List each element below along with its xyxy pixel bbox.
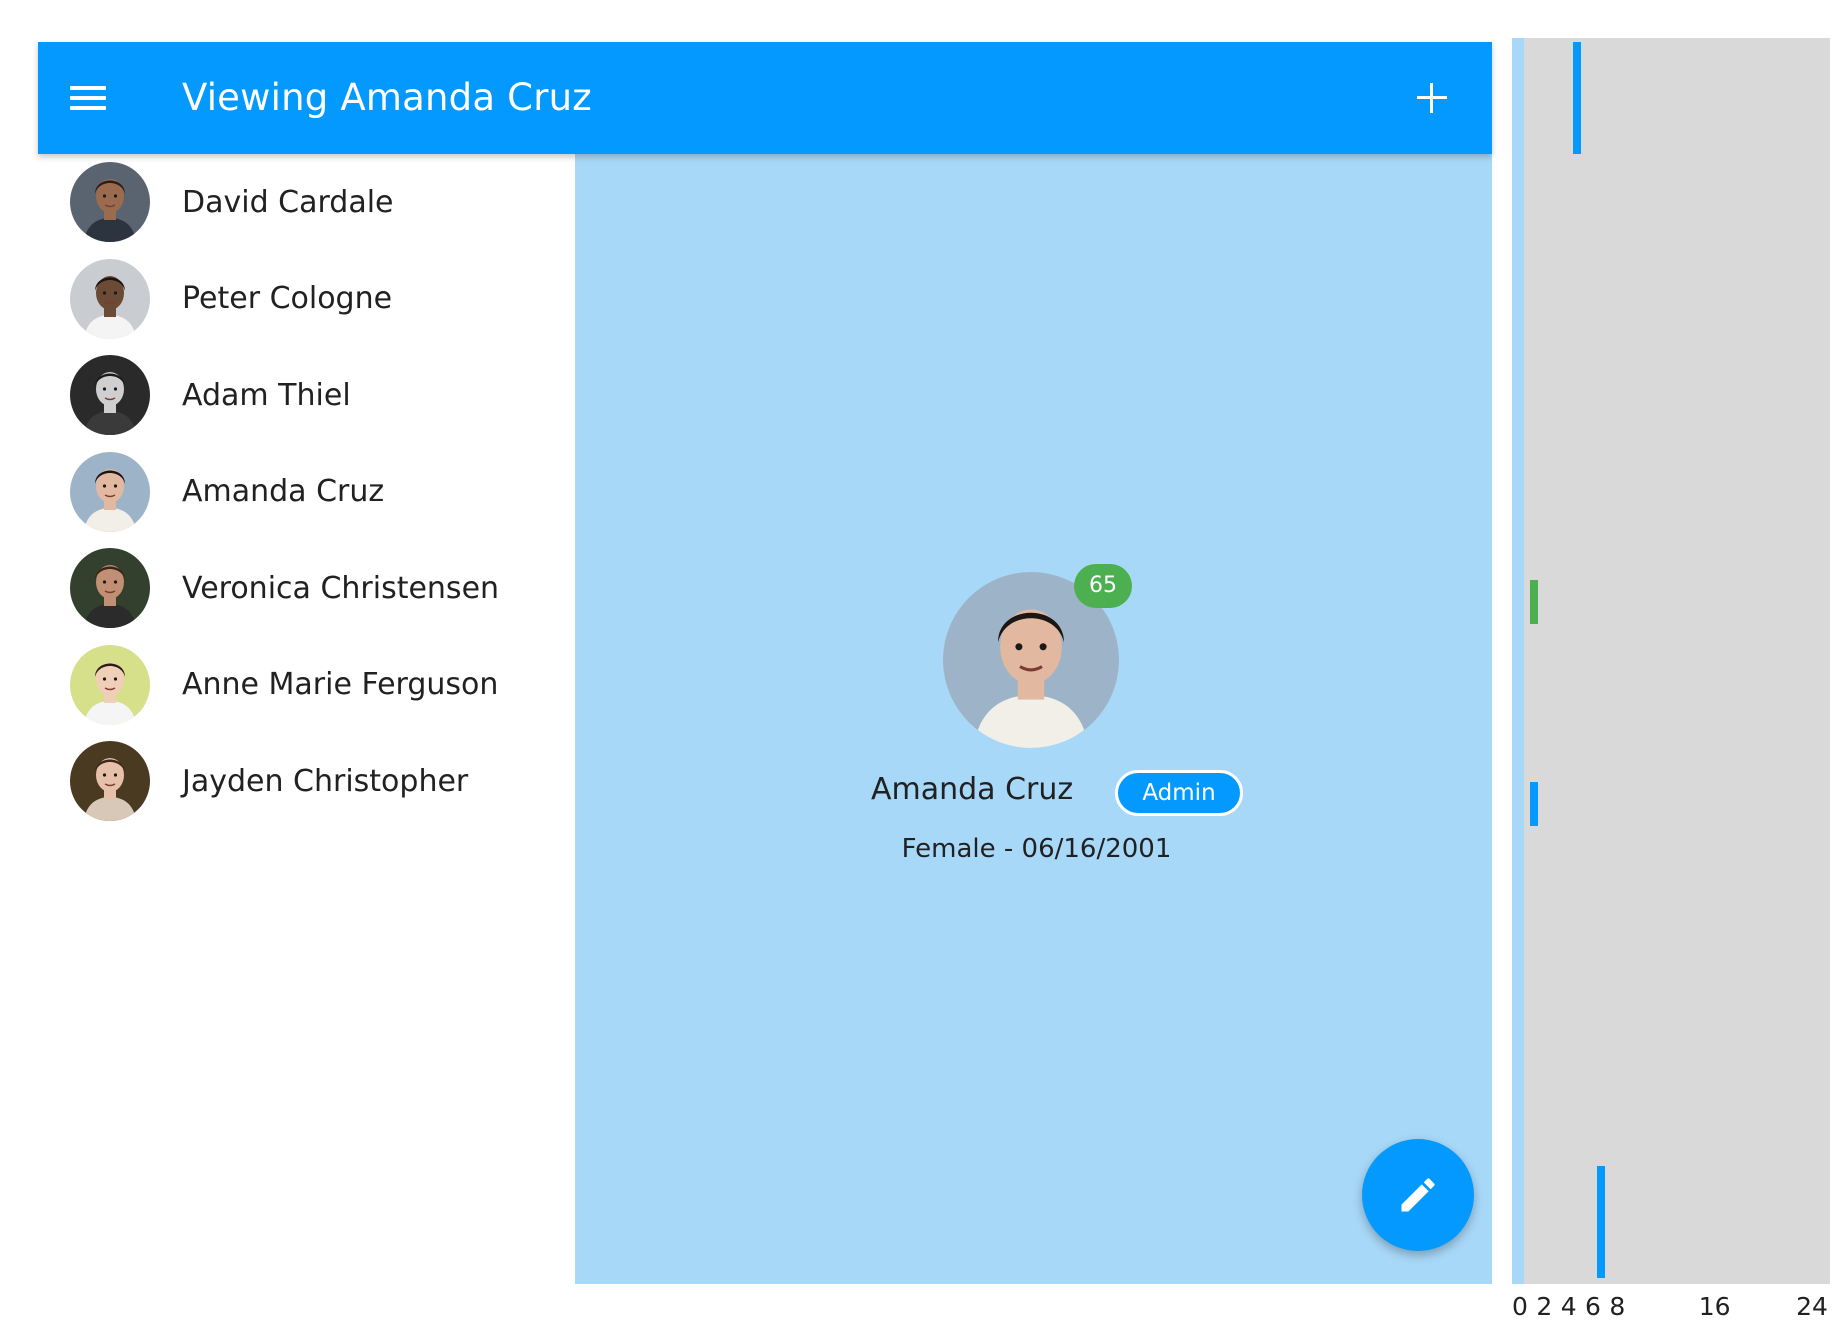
edit-icon	[1401, 1178, 1435, 1212]
user-name: Adam Thiel	[182, 377, 351, 413]
page-title: Viewing Amanda Cruz	[182, 76, 592, 119]
timeline-mark	[1530, 580, 1539, 624]
axis-tick-label: 16	[1698, 1292, 1731, 1321]
axis-tick-label: 8	[1609, 1292, 1626, 1321]
timeline-mark	[1530, 782, 1539, 826]
list-item[interactable]: Jayden Christopher	[38, 733, 575, 829]
avatar	[70, 548, 150, 628]
role-chip: Admin	[1115, 770, 1243, 816]
profile-details: Female - 06/16/2001	[901, 834, 1172, 864]
user-name: Veronica Christensen	[182, 570, 500, 606]
avatar	[70, 258, 150, 339]
avatar	[70, 451, 150, 532]
age-badge: 65	[1074, 564, 1132, 608]
axis-tick-label: 2	[1536, 1292, 1553, 1321]
user-name: Jayden Christopher	[182, 763, 469, 799]
list-item[interactable]: Adam Thiel	[38, 347, 575, 443]
avatar	[70, 355, 150, 435]
timeline-axis: 0 2 4 6 8 16 24	[1512, 1292, 1830, 1322]
timeline-track	[1512, 38, 1524, 1284]
edit-button[interactable]	[1362, 1139, 1474, 1251]
list-item[interactable]: Peter Cologne	[38, 251, 575, 347]
avatar	[70, 644, 150, 725]
avatar	[70, 162, 150, 242]
list-item[interactable]: Anne Marie Ferguson	[38, 637, 575, 733]
avatar	[70, 741, 150, 821]
user-detail-panel: 65 Amanda Cruz Admin Female - 06/16/2001	[575, 154, 1492, 1284]
app-bar: Viewing Amanda Cruz	[38, 42, 1492, 154]
list-item[interactable]: Veronica Christensen	[38, 540, 575, 636]
list-item[interactable]: Amanda Cruz	[38, 444, 575, 540]
render-timeline	[1512, 38, 1830, 1284]
add-icon[interactable]	[1408, 74, 1456, 122]
axis-tick-label: 4	[1560, 1292, 1577, 1321]
app-window: Viewing Amanda Cruz David Cardale Peter C…	[38, 42, 1492, 1284]
list-item[interactable]: David Cardale	[38, 154, 575, 250]
axis-tick-label: 24	[1796, 1292, 1828, 1321]
menu-icon[interactable]	[68, 78, 108, 118]
user-name: Anne Marie Ferguson	[182, 667, 499, 702]
menu-icon-bar	[70, 106, 106, 110]
user-name: Amanda Cruz	[182, 474, 385, 509]
timeline-mark	[1572, 42, 1581, 154]
user-list: David Cardale Peter Cologne Adam Thiel Aman…	[38, 154, 575, 1284]
timeline-mark	[1597, 1166, 1605, 1278]
profile-name: Amanda Cruz	[871, 772, 1074, 807]
menu-icon-bar	[70, 86, 106, 90]
menu-icon-bar	[70, 96, 106, 100]
axis-tick-label: 0	[1512, 1292, 1528, 1321]
user-name: David Cardale	[182, 184, 394, 220]
axis-tick-label: 6	[1585, 1292, 1601, 1321]
user-name: Peter Cologne	[182, 281, 393, 316]
